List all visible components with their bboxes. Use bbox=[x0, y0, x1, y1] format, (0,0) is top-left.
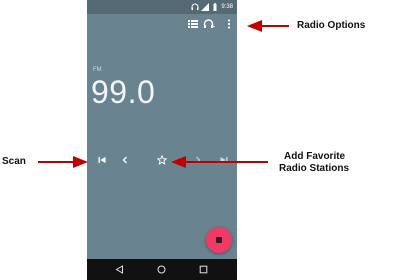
favorite-label-line1: Add Favorite bbox=[284, 151, 346, 162]
favorite-arrow bbox=[171, 156, 268, 168]
radio-options-label: Radio Options bbox=[297, 20, 366, 31]
favorite-label-line2: Radio Stations bbox=[279, 163, 350, 174]
scan-label: Scan bbox=[2, 156, 26, 167]
radio-options-arrow bbox=[247, 20, 289, 32]
scan-arrow bbox=[38, 156, 88, 168]
annotation-arrows bbox=[38, 20, 289, 168]
